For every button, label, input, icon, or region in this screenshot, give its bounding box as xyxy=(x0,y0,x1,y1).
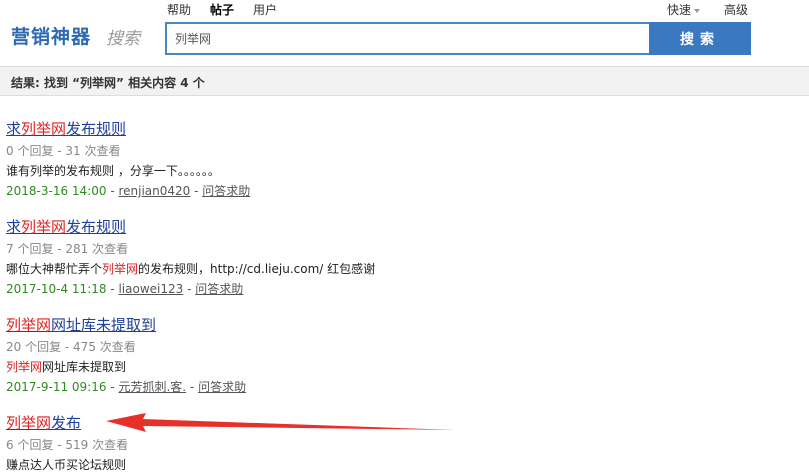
title-highlight: 列举网 xyxy=(21,120,67,138)
results-summary: 结果: 找到 “列举网” 相关内容 4 个 xyxy=(11,76,205,90)
quick-search-dropdown[interactable]: 快速 xyxy=(667,1,700,18)
author-link[interactable]: liaowei123 xyxy=(118,282,183,296)
tab-help[interactable]: 帮助 xyxy=(167,1,191,18)
logo[interactable]: 营销神器 xyxy=(11,22,91,49)
forum-link[interactable]: 问答求助 xyxy=(195,282,243,296)
snippet-text: 赚点达人币买论坛规则 xyxy=(6,458,127,472)
result-item: 求列举网发布规则 0 个回复 - 31 次查看 谁有列举的发布规则 ，分享一下。… xyxy=(6,118,796,199)
quick-search-label: 快速 xyxy=(666,3,691,17)
forum-link[interactable]: 问答求助 xyxy=(202,184,250,198)
snippet-text: 哪位大神帮忙弄个 xyxy=(6,262,103,276)
result-item: 列举网发布 6 个回复 - 519 次查看 赚点达人币买论坛规则 xyxy=(6,412,796,473)
author-link[interactable]: 元芳抓刺.客. xyxy=(118,380,186,394)
result-date: 2017-10-4 11:18 xyxy=(6,282,107,296)
snippet-text: 网址库未提取到 xyxy=(42,360,127,374)
snippet-highlight: 列举网 xyxy=(6,360,43,374)
snippet-text: 的发布规则，http://cd.lieju.com/ 红包感谢 xyxy=(138,262,376,276)
result-snippet: 哪位大神帮忙弄个列举网的发布规则，http://cd.lieju.com/ 红包… xyxy=(6,260,796,277)
logo-subtitle: 搜索 xyxy=(106,29,140,49)
title-text: 网址库未提取到 xyxy=(51,316,157,334)
snippet-highlight: 列举网 xyxy=(102,262,139,276)
title-text: 发布 xyxy=(51,414,82,432)
title-text: 发布规则 xyxy=(66,218,127,236)
title-highlight: 列举网 xyxy=(6,316,52,334)
result-title-link[interactable]: 求列举网发布规则 xyxy=(6,118,126,139)
snippet-text: 谁有列举的发布规则 ，分享一下。。。。。。 xyxy=(6,164,220,178)
author-link[interactable]: renjian0420 xyxy=(118,184,190,198)
result-snippet: 列举网网址库未提取到 xyxy=(6,358,796,375)
result-stats: 7 个回复 - 281 次查看 xyxy=(6,242,129,256)
result-title-link[interactable]: 列举网发布 xyxy=(6,412,81,433)
chevron-down-icon xyxy=(693,8,700,13)
header: 营销神器 搜索 帮助 帖子 用户 快速 高级 搜索 xyxy=(0,0,809,62)
search-bar: 搜索 xyxy=(165,22,751,55)
result-date: 2017-9-11 09:16 xyxy=(6,380,107,394)
result-item: 求列举网发布规则 7 个回复 - 281 次查看 哪位大神帮忙弄个列举网的发布规… xyxy=(6,216,796,297)
result-stats: 6 个回复 - 519 次查看 xyxy=(6,438,129,452)
result-title-link[interactable]: 求列举网发布规则 xyxy=(6,216,126,237)
result-stats: 20 个回复 - 475 次查看 xyxy=(6,340,136,354)
result-title-link[interactable]: 列举网网址库未提取到 xyxy=(6,314,156,335)
search-options: 快速 高级 xyxy=(643,1,748,18)
title-text: 求 xyxy=(6,218,22,236)
tab-users[interactable]: 用户 xyxy=(253,1,277,18)
title-text: 发布规则 xyxy=(66,120,127,138)
result-footer: 2017-9-11 09:16 - 元芳抓刺.客. - 问答求助 xyxy=(6,380,247,394)
result-snippet: 谁有列举的发布规则 ，分享一下。。。。。。 xyxy=(6,162,796,179)
results-summary-bar: 结果: 找到 “列举网” 相关内容 4 个 xyxy=(0,66,809,96)
result-footer: 2017-10-4 11:18 - liaowei123 - 问答求助 xyxy=(6,282,244,296)
forum-link[interactable]: 问答求助 xyxy=(198,380,246,394)
title-highlight: 列举网 xyxy=(21,218,67,236)
title-highlight: 列举网 xyxy=(6,414,52,432)
search-button[interactable]: 搜索 xyxy=(649,22,751,55)
result-item: 列举网网址库未提取到 20 个回复 - 475 次查看 列举网网址库未提取到 2… xyxy=(6,314,796,395)
result-snippet: 赚点达人币买论坛规则 xyxy=(6,456,796,473)
advanced-search-link[interactable]: 高级 xyxy=(724,1,748,18)
tab-posts[interactable]: 帖子 xyxy=(210,1,234,18)
result-footer: 2018-3-16 14:00 - renjian0420 - 问答求助 xyxy=(6,184,251,198)
result-date: 2018-3-16 14:00 xyxy=(6,184,107,198)
result-stats: 0 个回复 - 31 次查看 xyxy=(6,144,121,158)
search-type-tabs: 帮助 帖子 用户 xyxy=(167,1,296,18)
search-input[interactable] xyxy=(165,22,655,55)
title-text: 求 xyxy=(6,120,22,138)
